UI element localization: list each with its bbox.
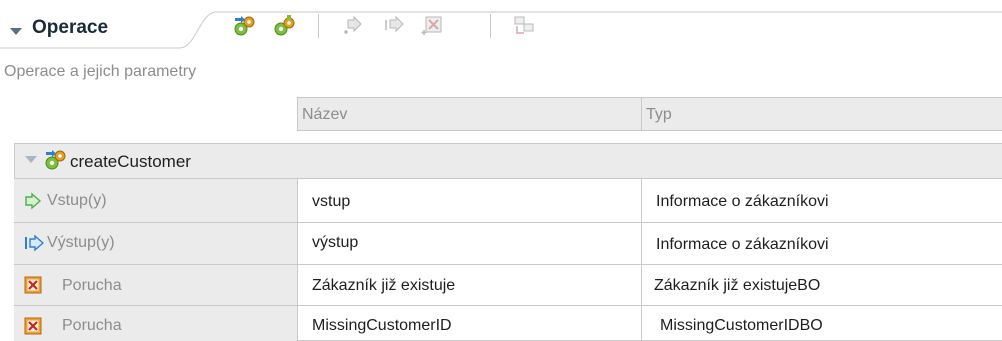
row-kind-label: Porucha <box>62 317 122 334</box>
table-row[interactable] <box>15 265 1002 305</box>
add-request-response-button[interactable] <box>272 14 296 38</box>
add-operation-button[interactable] <box>232 14 256 38</box>
add-input-icon <box>344 15 362 34</box>
section-header-border <box>0 11 1002 49</box>
add-output-button[interactable] <box>382 14 406 38</box>
row-type-cell[interactable]: Informace o zákazníkovi <box>656 236 829 254</box>
operation-icon <box>43 148 67 172</box>
output-icon <box>24 234 44 252</box>
row-kind-label: Výstup(y) <box>47 234 115 251</box>
row-kind-label: Vstup(y) <box>47 192 107 209</box>
input-icon <box>24 192 42 210</box>
add-output-icon <box>385 15 404 33</box>
add-input-button[interactable] <box>342 14 366 38</box>
row-type-cell[interactable]: MissingCustomerIDBO <box>660 317 823 335</box>
toolbar-separator <box>318 14 319 38</box>
fault-icon <box>24 276 42 294</box>
add-fault-icon <box>421 16 442 35</box>
show-as-table-button[interactable] <box>512 14 536 38</box>
row-type-cell[interactable]: Informace o zákazníkovi <box>656 193 829 211</box>
row-name-cell[interactable]: vstup <box>312 193 350 211</box>
add-operation-icon <box>234 16 255 36</box>
table-row[interactable] <box>15 223 1002 264</box>
fault-icon <box>24 317 42 335</box>
show-as-table-icon <box>514 16 534 34</box>
section-collapse-toggle[interactable] <box>10 28 22 35</box>
column-header-type[interactable]: Typ <box>641 97 1002 131</box>
add-request-response-icon <box>274 15 295 36</box>
add-fault-button[interactable] <box>420 14 444 38</box>
table-row[interactable] <box>15 179 1002 222</box>
section-title: Operace <box>32 17 109 38</box>
column-header-name[interactable]: Název <box>297 97 642 131</box>
row-type-cell[interactable]: Zákazník již existujeBO <box>654 277 820 295</box>
operation-name[interactable]: createCustomer <box>70 152 191 172</box>
section-description: Operace a jejich parametry <box>4 63 197 80</box>
toolbar-separator <box>490 14 491 38</box>
row-name-cell[interactable]: Zákazník již existuje <box>312 277 455 295</box>
row-name-cell[interactable]: MissingCustomerID <box>312 317 452 335</box>
row-name-cell[interactable]: výstup <box>312 234 358 252</box>
table-row[interactable] <box>15 306 1002 341</box>
operation-collapse-toggle[interactable] <box>25 156 37 163</box>
row-kind-label: Porucha <box>62 277 122 294</box>
